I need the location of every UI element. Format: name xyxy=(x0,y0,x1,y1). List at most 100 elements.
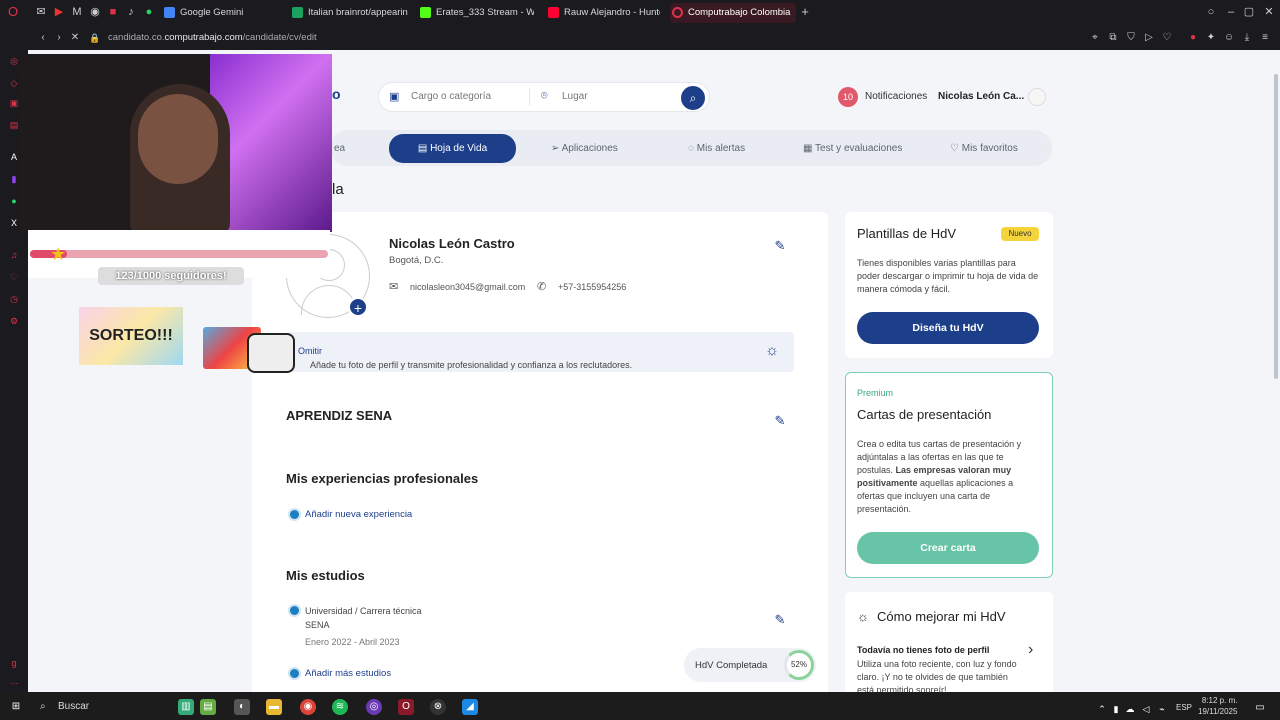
url-domain: computrabajo.com xyxy=(164,32,243,43)
sidebar-gx-icon[interactable]: g xyxy=(7,656,21,670)
sidebar-aria-icon[interactable]: ◎ xyxy=(7,54,21,68)
user-avatar-icon[interactable] xyxy=(1028,88,1046,106)
spotify-icon[interactable]: ≋ xyxy=(332,699,348,715)
minimize-icon[interactable]: – xyxy=(1224,5,1238,19)
sidebar-bookmarks-icon[interactable]: ♡ xyxy=(7,270,21,284)
tab-icon-gmail[interactable]: M xyxy=(70,5,84,19)
sidebar-music-icon[interactable]: ♫ xyxy=(7,248,21,262)
design-cv-button[interactable]: Diseña tu HdV xyxy=(857,312,1039,344)
profile-icon[interactable]: ☺ xyxy=(1222,31,1236,45)
puzzle-icon[interactable]: ✦ xyxy=(1204,31,1218,45)
add-photo-button[interactable]: + xyxy=(348,297,368,317)
tab-aplicaciones[interactable]: ➢ Aplicaciones xyxy=(551,143,618,154)
tab-hoja-de-vida[interactable]: ▤ Hoja de Vida xyxy=(389,134,516,163)
edit-study-pencil-icon[interactable]: ✎ xyxy=(772,612,788,628)
new-tab-button[interactable]: + xyxy=(798,5,812,19)
page-scrollbar[interactable] xyxy=(1274,74,1278,379)
sidebar-x-icon[interactable]: X xyxy=(7,216,21,230)
download-icon[interactable]: ⤓ xyxy=(1240,31,1254,45)
menu-icon[interactable]: ≡ xyxy=(1258,31,1272,45)
file-explorer-icon[interactable]: ▬ xyxy=(266,699,282,715)
pin-icon[interactable]: ⌖ xyxy=(1088,31,1102,45)
chrome-icon[interactable]: ◉ xyxy=(300,699,316,715)
location-input[interactable]: Lugar xyxy=(562,91,588,102)
taskbar-clock[interactable]: 8:12 p. m. 19/11/2025 xyxy=(1198,695,1237,717)
taskbar-books-icon[interactable]: ▤ xyxy=(200,699,216,715)
opera-logo-icon[interactable]: O xyxy=(6,5,20,19)
heart-icon[interactable]: ♡ xyxy=(1160,31,1174,45)
play-icon[interactable]: ▷ xyxy=(1142,31,1156,45)
sidebar-workspace-icon[interactable]: ◇ xyxy=(7,76,21,90)
sidebar-history-icon[interactable]: ▤ xyxy=(7,118,21,132)
snapshot-icon[interactable]: ⧉ xyxy=(1106,31,1120,45)
tab-label: Aplicaciones xyxy=(561,143,618,154)
tab-mis-alertas[interactable]: ◌ Mis alertas xyxy=(688,143,745,154)
forward-icon[interactable]: › xyxy=(52,31,66,45)
edit-profile-pencil-icon[interactable]: ✎ xyxy=(772,238,788,254)
back-icon[interactable]: ‹ xyxy=(36,31,50,45)
stop-icon[interactable]: ✕ xyxy=(68,31,82,45)
tab-icon-whatsapp[interactable]: ● xyxy=(142,5,156,19)
tab-computrabajo[interactable]: Computrabajo Colombia xyxy=(670,3,796,23)
taskbar-app3-icon[interactable]: ◢ xyxy=(462,699,478,715)
bell-icon: ◌ xyxy=(688,143,697,154)
obs-icon[interactable]: ◎ xyxy=(366,699,382,715)
sidebar-twitch-icon[interactable]: ▮ xyxy=(7,172,21,186)
sidebar-clock-icon[interactable]: ◷ xyxy=(7,292,21,306)
language-indicator[interactable]: ESP xyxy=(1176,703,1192,712)
user-menu[interactable]: Nicolas León Ca... xyxy=(938,91,1024,102)
sidebar-more-icon[interactable]: … xyxy=(7,674,21,688)
sidebar-settings-icon[interactable]: ⚙ xyxy=(7,314,21,328)
cv-headline: APRENDIZ SENA xyxy=(286,408,393,423)
tab-icon-generic[interactable]: ■ xyxy=(106,5,120,19)
taskbar-app-icon[interactable]: ◐ xyxy=(234,699,250,715)
tab-mis-favoritos[interactable]: ♡ Mis favoritos xyxy=(950,143,1018,154)
templates-title: Plantillas de HdV xyxy=(857,226,956,241)
site-logo-fragment[interactable]: o xyxy=(332,86,341,102)
taskbar-search[interactable]: ⌕ Buscar xyxy=(36,697,170,717)
tab-icon-chrome[interactable]: ◉ xyxy=(88,5,102,19)
tab-icon-tiktok[interactable]: ♪ xyxy=(124,5,138,19)
close-window-icon[interactable]: ✕ xyxy=(1262,5,1276,19)
add-experience-link[interactable]: Añadir nueva experiencia xyxy=(305,509,412,520)
opera-gx-icon[interactable]: O xyxy=(398,699,414,715)
sidebar-feed-icon[interactable]: ▣ xyxy=(7,96,21,110)
taskbar-widget-icon[interactable]: ▥ xyxy=(178,699,194,715)
taskbar-app2-icon[interactable]: ⊗ xyxy=(430,699,446,715)
tab-test-evaluaciones[interactable]: ▦ Test y evaluaciones xyxy=(803,143,902,154)
tab-icon-mail[interactable]: ✉ xyxy=(34,5,48,19)
search-divider xyxy=(529,88,530,106)
add-studies-link[interactable]: Añadir más estudios xyxy=(305,668,391,679)
speaker-icon[interactable]: ◁ xyxy=(1138,701,1154,717)
cv-completion-pill[interactable]: HdV Completada 52% xyxy=(684,648,816,682)
notification-count-badge[interactable]: 10 xyxy=(838,87,858,107)
tab-label: Mis favoritos xyxy=(961,143,1018,154)
extension-icon[interactable]: ● xyxy=(1186,31,1200,45)
cloud-icon[interactable]: ☁ xyxy=(1122,701,1138,717)
edit-headline-pencil-icon[interactable]: ✎ xyxy=(772,413,788,429)
tab-icon-youtube[interactable]: ▶ xyxy=(52,5,66,19)
create-letter-button[interactable]: Crear carta xyxy=(857,532,1039,564)
completion-label: HdV Completada xyxy=(695,660,768,671)
bullet-dot xyxy=(290,669,299,678)
tab-italian-brainrot[interactable]: Italian brainrot/appearing xyxy=(290,3,408,23)
sidebar-app-icon[interactable]: A xyxy=(7,150,21,164)
sidebar-whatsapp-icon[interactable]: ● xyxy=(7,194,21,208)
tab-youtube-music[interactable]: Rauw Alejandro - Hunter xyxy=(546,3,660,23)
notifications-link[interactable]: Notificaciones xyxy=(865,91,927,102)
chevron-right-icon[interactable]: › xyxy=(1028,641,1033,659)
tab-kick-stream[interactable]: Erates_333 Stream - Wat xyxy=(418,3,534,23)
search-button[interactable]: ⌕ xyxy=(681,86,705,110)
windows-start-icon[interactable]: ⊞ xyxy=(8,699,24,715)
search-tabs-icon[interactable]: ○ xyxy=(1204,5,1218,19)
tab-home-fragment[interactable]: ea xyxy=(334,143,345,154)
profile-email: nicolasleon3045@gmail.com xyxy=(410,282,526,292)
job-search-input[interactable]: Cargo o categoría xyxy=(411,91,491,102)
url-field[interactable]: candidato.co.computrabajo.com/candidate/… xyxy=(108,30,317,46)
maximize-icon[interactable]: ▢ xyxy=(1242,5,1256,19)
tab-gemini[interactable]: Google Gemini xyxy=(162,3,277,23)
shield-icon[interactable]: ⛉ xyxy=(1124,31,1138,45)
skip-tip-link[interactable]: Omitir xyxy=(298,346,322,356)
notifications-icon[interactable]: ▭ xyxy=(1252,700,1268,716)
usb-icon[interactable]: ⌁ xyxy=(1154,701,1170,717)
